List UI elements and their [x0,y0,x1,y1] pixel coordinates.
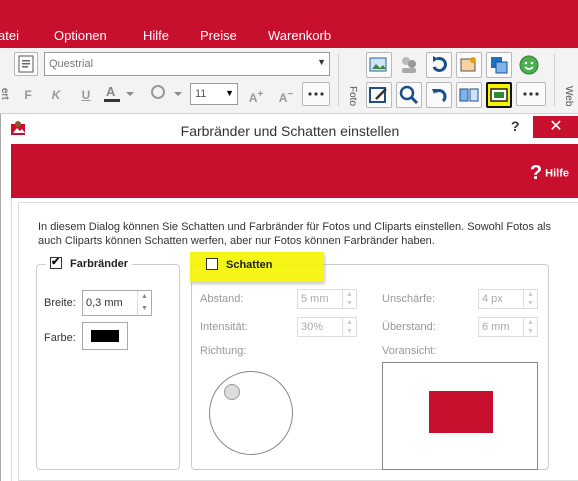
distance-value: 5 mm [301,293,329,305]
chevron-down-icon: ▼ [317,57,326,67]
menu-warenkorb[interactable]: Warenkorb [268,28,331,43]
italic-button[interactable]: K [48,84,64,106]
smiley-icon[interactable] [516,52,542,78]
intensity-stepper[interactable]: 30% ▲ ▼ [297,317,357,337]
zoom-photo-icon[interactable] [396,82,422,108]
blur-stepper[interactable]: 4 px ▲ ▼ [478,289,538,309]
close-button[interactable]: ✕ [533,116,578,138]
preview-photo [429,391,493,433]
color-label: Farbe: [44,332,76,344]
help-link[interactable]: ? Hilfe [530,162,569,185]
bold-button[interactable]: F [20,84,36,106]
toolbar-section-label: Foto [347,86,358,107]
border-group-title[interactable]: Farbränder [46,255,133,270]
effects-icon[interactable] [456,52,482,78]
arrange-icon[interactable] [486,52,512,78]
shadow-group-title[interactable]: Schatten [202,258,276,271]
shadow-preview [382,362,538,470]
stepper-arrows-icon[interactable]: ▲ ▼ [342,318,356,336]
menu-hilfe[interactable]: Hilfe [143,28,169,43]
stepper-arrows-icon[interactable]: ▲ ▼ [342,290,356,308]
help-mark: ? [529,162,543,184]
frame-shadow-button[interactable] [486,82,512,108]
stepper-arrows-icon[interactable]: ▲ ▼ [523,290,537,308]
overhang-stepper[interactable]: 6 mm ▲ ▼ [478,317,538,337]
dialog-title: Farbränder und Schatten einstellen [180,123,400,139]
direction-dial[interactable] [209,371,293,455]
distance-label: Abstand: [200,293,244,305]
menu-preise[interactable]: Preise [200,28,237,43]
edit-photo-icon[interactable] [366,82,392,108]
font-size-value: 11 [195,88,207,100]
toolbar: ert Questrial ▼ F K U A 11 ▼ A+ A− Foto [0,48,578,114]
stepper-arrows-icon[interactable]: ▲ ▼ [523,318,537,336]
toolbar-separator [554,54,555,106]
svg-text:A: A [106,84,116,99]
border-checkbox[interactable] [50,255,62,269]
rotate-icon[interactable] [426,52,452,78]
more-icon[interactable] [516,82,546,106]
toolbar-section-label: ert [0,88,10,100]
flip-icon[interactable] [456,82,482,108]
toolbar-separator [338,54,339,106]
font-size-select[interactable]: 11 ▼ [190,83,238,105]
blur-value: 4 px [482,293,503,305]
width-value: 0,3 mm [86,297,123,309]
dialog-header-band: ? Hilfe [11,144,578,198]
width-label: Breite: [44,297,76,309]
chevron-down-icon: ▼ [225,88,234,98]
overhang-label: Überstand: [382,321,436,333]
undo-icon[interactable] [426,82,452,108]
toolbar-section-label: Web [563,86,574,107]
intensity-value: 30% [301,321,324,333]
menu-datei[interactable]: atei [0,28,19,43]
menu-optionen[interactable]: Optionen [54,28,107,43]
width-stepper[interactable]: 0,3 mm ▲ ▼ [82,290,152,316]
help-label: Hilfe [545,167,569,180]
overhang-value: 6 mm [482,321,510,333]
stepper-arrows-icon[interactable]: ▲ ▼ [137,291,151,315]
text-color-icon[interactable]: A [100,82,138,106]
direction-label: Richtung: [200,345,247,357]
dialog-titlebar: Farbränder und Schatten einstellen ? ✕ [1,114,578,144]
blur-label: Unschärfe: [382,293,436,305]
intensity-label: Intensität: [200,321,248,333]
border-group-label: Farbränder [70,258,129,270]
insert-photo-icon[interactable] [366,52,392,78]
more-icon[interactable] [302,82,330,106]
fill-color-icon[interactable] [146,82,186,106]
paste-format-icon[interactable] [14,52,38,76]
shadow-checkbox[interactable] [206,258,218,270]
distance-stepper[interactable]: 5 mm ▲ ▼ [297,289,357,309]
font-grow-button[interactable]: A+ [244,84,268,106]
color-picker-button[interactable] [82,322,128,350]
font-shrink-button[interactable]: A− [274,84,298,106]
font-family-value: Questrial [49,58,94,70]
preview-label: Voransicht: [382,345,437,357]
app-menubar: atei Optionen Hilfe Preise Warenkorb [0,0,578,48]
people-icon[interactable] [396,52,422,78]
underline-button[interactable]: U [78,84,94,106]
dialog-description: In diesem Dialog können Sie Schatten und… [38,221,552,247]
help-question-icon[interactable]: ? [511,118,520,134]
font-family-select[interactable]: Questrial ▼ [44,52,330,76]
direction-knob[interactable] [224,384,240,400]
color-swatch [91,330,119,342]
shadow-group-label: Schatten [226,259,273,271]
